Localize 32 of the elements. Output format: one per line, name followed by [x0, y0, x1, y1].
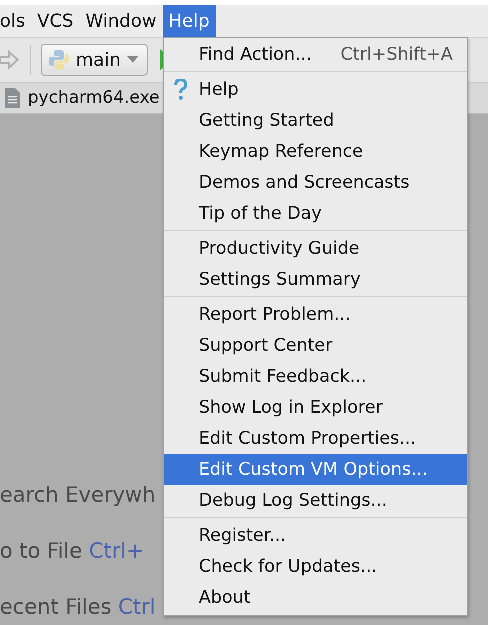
menu-item[interactable]: Productivity Guide	[164, 233, 467, 264]
menu-item[interactable]: Demos and Screencasts	[164, 167, 467, 198]
menu-title[interactable]: Window	[80, 5, 163, 37]
file-icon	[5, 88, 20, 108]
menu-item[interactable]: Register...	[164, 520, 467, 551]
editor-hint: o to File Ctrl+	[0, 538, 144, 565]
menu-item[interactable]: Report Problem...	[164, 299, 467, 330]
shortcut-label: Ctrl+Shift+A	[340, 44, 453, 64]
menu-item[interactable]: Getting Started	[164, 105, 467, 136]
question-icon	[173, 79, 189, 101]
menu-item[interactable]: Find Action... Ctrl+Shift+A	[164, 39, 467, 70]
editor-hint: earch Everywh	[0, 482, 156, 509]
menu-item[interactable]: Show Log in Explorer	[164, 392, 467, 423]
menu-item[interactable]: Edit Custom VM Options...	[164, 454, 467, 485]
configuration-dropdown[interactable]: main	[41, 44, 148, 76]
menu-item[interactable]: Check for Updates...	[164, 551, 467, 582]
menu-item[interactable]: Edit Custom Properties...	[164, 423, 467, 454]
caret-icon	[126, 56, 139, 64]
menu-title[interactable]: VCS	[31, 5, 80, 37]
menu-item[interactable]: Settings Summary	[164, 264, 467, 295]
menu-item[interactable]: Keymap Reference	[164, 136, 467, 167]
menu-item[interactable]: Submit Feedback...	[164, 361, 467, 392]
menu-item[interactable]: Support Center	[164, 330, 467, 361]
menu-item[interactable]: Help	[164, 74, 467, 105]
python-icon	[48, 49, 70, 71]
editor-hint: ecent Files Ctrl	[0, 594, 156, 621]
menu-item[interactable]: About	[164, 582, 467, 613]
forward-arrow-icon[interactable]	[0, 50, 20, 70]
menu-title[interactable]: Help	[162, 5, 216, 37]
menu-item[interactable]: Tip of the Day	[164, 198, 467, 229]
menu-item[interactable]: Debug Log Settings...	[164, 485, 467, 516]
menu-title[interactable]: ols	[0, 5, 32, 37]
